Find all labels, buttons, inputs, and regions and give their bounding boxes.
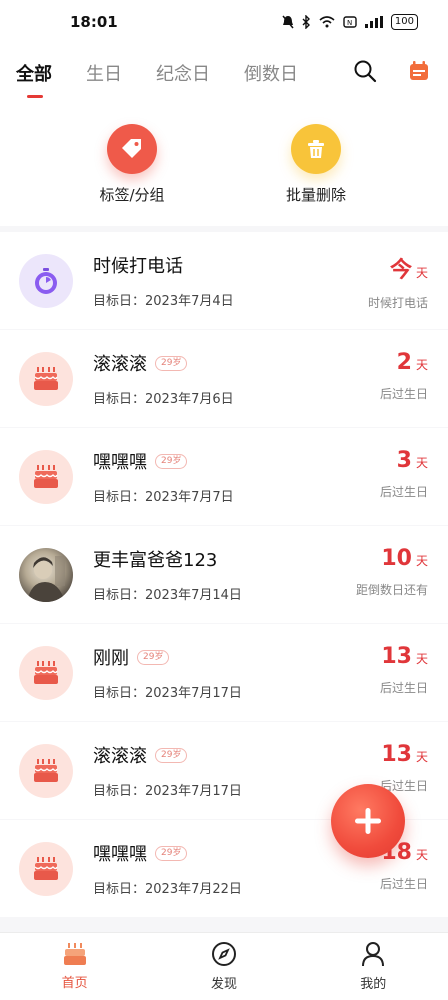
days-unit: 天 — [415, 848, 428, 862]
days-unit: 天 — [415, 554, 428, 568]
nav-discover-label: 发现 — [210, 977, 237, 992]
status-bar: 18:01 N 100 — [0, 0, 448, 44]
cake-icon — [34, 758, 58, 782]
days-unit: 天 — [415, 750, 428, 764]
timer-icon — [35, 267, 57, 294]
event-days: 2 天 后过生日 — [380, 350, 428, 402]
nav-discover[interactable]: 发现 — [174, 941, 274, 992]
days-note: 时候打电话 — [367, 296, 428, 310]
bottom-nav: 首页 发现 我的 — [0, 932, 448, 1000]
tab-all[interactable]: 全部 — [16, 60, 52, 98]
battery-indicator: 100 — [390, 14, 418, 30]
days-note: 后过生日 — [379, 387, 428, 401]
event-days: 13 天 后过生日 — [380, 644, 428, 696]
event-avatar — [19, 841, 73, 896]
event-title: 刚刚 — [93, 648, 129, 669]
cake-icon — [34, 464, 58, 488]
status-time: 18:01 — [70, 13, 118, 31]
plus-icon — [355, 808, 381, 834]
days-note: 后过生日 — [379, 877, 428, 891]
event-title: 滚滚滚 — [93, 354, 147, 375]
wifi-icon — [319, 16, 335, 28]
nav-home-label: 首页 — [61, 976, 88, 991]
compass-icon — [211, 942, 236, 966]
photo-avatar — [19, 547, 73, 602]
days-note: 后过生日 — [379, 681, 428, 695]
event-title: 嘿嘿嘿 — [93, 452, 147, 473]
event-days: 3 天 后过生日 — [380, 448, 428, 500]
home-cake-icon — [63, 943, 86, 965]
days-count: 今 — [389, 258, 412, 283]
status-icons: N 100 — [282, 14, 418, 30]
list-item[interactable]: 嘿嘿嘿 29岁 目标日：2023年7月7日 3 天 后过生日 — [0, 428, 448, 525]
cake-icon — [34, 366, 58, 390]
profile-icon — [362, 942, 385, 967]
nav-profile-label: 我的 — [360, 977, 387, 992]
tab-birthday[interactable]: 生日 — [86, 60, 122, 86]
tag-group-label: 标签/分组 — [99, 185, 165, 204]
add-event-button[interactable] — [331, 784, 405, 858]
days-count: 3 — [396, 448, 412, 473]
svg-text:N: N — [347, 19, 352, 27]
age-badge: 29岁 — [155, 355, 188, 371]
event-avatar — [19, 645, 73, 700]
search-icon — [354, 60, 377, 83]
event-title: 滚滚滚 — [93, 746, 147, 767]
age-badge: 29岁 — [155, 747, 188, 763]
tab-countdown[interactable]: 倒数日 — [244, 60, 298, 86]
event-avatar — [19, 449, 73, 504]
event-days: 今 天 时候打电话 — [368, 252, 428, 311]
tag-group-button[interactable]: 标签/分组 — [72, 123, 192, 205]
days-unit: 天 — [415, 652, 428, 666]
tag-circle — [107, 123, 157, 174]
days-unit: 天 — [415, 358, 428, 372]
search-button[interactable] — [352, 58, 378, 84]
sim-icon: N — [343, 16, 357, 28]
calendar-icon — [410, 61, 428, 80]
batch-delete-label: 批量删除 — [285, 185, 346, 204]
tab-anniversary[interactable]: 纪念日 — [156, 60, 210, 86]
event-title: 时候打电话 — [93, 256, 183, 277]
event-days: 10 天 距倒数日还有 — [356, 546, 428, 598]
days-unit: 天 — [415, 456, 428, 470]
nav-profile[interactable]: 我的 — [323, 941, 423, 992]
calendar-button[interactable] — [406, 58, 432, 84]
days-count: 13 — [381, 742, 412, 767]
trash-circle — [291, 123, 341, 174]
list-item[interactable]: 时候打电话 目标日：2023年7月4日 今 天 时候打电话 — [0, 232, 448, 329]
list-item[interactable]: 滚滚滚 29岁 目标日：2023年7月6日 2 天 后过生日 — [0, 330, 448, 427]
nav-home[interactable]: 首页 — [25, 942, 125, 991]
tag-icon — [122, 138, 141, 158]
days-unit: 天 — [415, 266, 428, 280]
cake-icon — [34, 660, 58, 684]
quick-actions: 标签/分组 批量删除 — [0, 102, 448, 226]
event-title: 更丰富爸爸123 — [93, 550, 218, 571]
days-note: 后过生日 — [379, 485, 428, 499]
list-item[interactable]: 刚刚 29岁 目标日：2023年7月17日 13 天 后过生日 — [0, 624, 448, 721]
cake-icon — [34, 856, 58, 880]
bluetooth-icon — [302, 15, 310, 29]
age-badge: 29岁 — [137, 649, 170, 665]
age-badge: 29岁 — [155, 453, 188, 469]
mute-icon — [282, 15, 294, 29]
list-item[interactable]: 更丰富爸爸123 目标日：2023年7月14日 10 天 距倒数日还有 — [0, 526, 448, 623]
days-count: 10 — [381, 546, 412, 571]
person-photo-icon — [27, 555, 65, 602]
event-avatar — [19, 253, 73, 308]
top-tabs: 全部 生日 纪念日 倒数日 — [0, 44, 448, 102]
event-avatar — [19, 351, 73, 406]
event-title: 嘿嘿嘿 — [93, 844, 147, 865]
event-days: 13 天 后过生日 — [380, 742, 428, 794]
signal-icon — [364, 16, 383, 28]
trash-icon — [308, 139, 324, 158]
age-badge: 29岁 — [155, 845, 188, 861]
batch-delete-button[interactable]: 批量删除 — [256, 123, 376, 205]
days-count: 13 — [381, 644, 412, 669]
days-count: 2 — [396, 350, 412, 375]
event-avatar — [19, 743, 73, 798]
days-note: 距倒数日还有 — [355, 583, 428, 597]
top-actions — [352, 58, 432, 84]
